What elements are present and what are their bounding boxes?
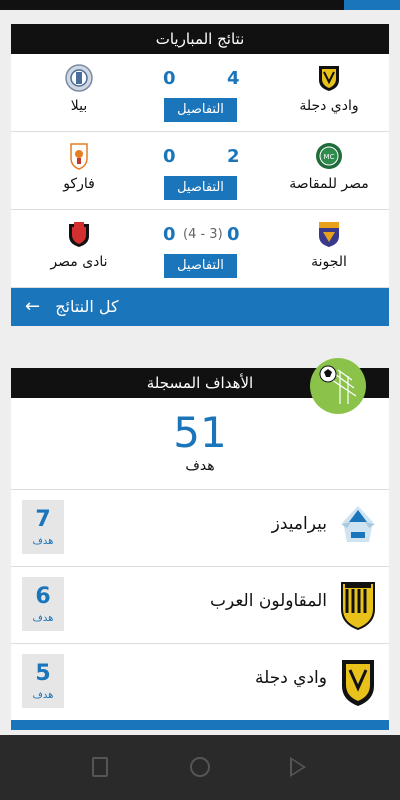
- back-button[interactable]: [290, 757, 306, 777]
- nady-misr-logo-icon: [69, 222, 89, 247]
- match-row[interactable]: الجونة 0 (4 - 3) 0 التفاصيل نادى مصر: [11, 210, 389, 288]
- home-button[interactable]: [190, 757, 210, 777]
- arrow-left-icon: ←: [25, 296, 41, 317]
- scorer-row[interactable]: 7 هدف بيراميدز: [11, 490, 389, 567]
- home-score: 4: [227, 68, 240, 89]
- home-team: وادي دجلة: [269, 64, 389, 114]
- goals-footer-bar[interactable]: [11, 720, 389, 730]
- scorer-team-name: بيراميدز: [271, 514, 327, 534]
- misr-lel-makkasa-logo-icon: MC: [316, 143, 342, 169]
- goals-count-box: 7 هدف: [22, 500, 64, 554]
- pharco-logo-icon: [70, 143, 88, 170]
- scorer-team-name: المقاولون العرب: [209, 591, 327, 611]
- penalty-score: (4 - 3): [183, 227, 223, 242]
- details-button[interactable]: التفاصيل: [164, 254, 237, 278]
- el-mokawloon-logo-icon: [341, 582, 375, 631]
- results-header: نتائج المباريات: [11, 24, 389, 54]
- away-score: 0: [163, 146, 176, 167]
- home-team-name: وادي دجلة: [299, 98, 359, 114]
- goals-card: الأهداف المسجلة 51 هدف 7 هدف بيراميدز 6 …: [11, 368, 389, 730]
- away-team-name: فاركو: [63, 176, 95, 192]
- status-accent: [344, 0, 400, 10]
- scorer-team-name: وادي دجلة: [254, 668, 327, 688]
- away-team: فاركو: [19, 142, 139, 192]
- goals-count: 7: [35, 507, 51, 532]
- goals-total-label: هدف: [185, 458, 215, 474]
- scorer-row[interactable]: 6 هدف المقاولون العرب: [11, 567, 389, 644]
- home-team-name: الجونة: [311, 254, 347, 270]
- wadi-degla-logo-icon: [319, 66, 339, 91]
- scorer-row[interactable]: 5 هدف وادي دجلة: [11, 644, 389, 721]
- recents-button[interactable]: [92, 757, 108, 777]
- match-row[interactable]: MC مصر للمقاصة 2 0 التفاصيل فاركو: [11, 132, 389, 210]
- system-nav-bar: [0, 735, 400, 800]
- goals-count-box: 6 هدف: [22, 577, 64, 631]
- home-team-name: مصر للمقاصة: [289, 176, 369, 192]
- match-row[interactable]: وادي دجلة 4 0 التفاصيل بيلا: [11, 54, 389, 132]
- svg-text:MC: MC: [324, 153, 335, 161]
- away-team-name: بيلا: [70, 98, 88, 114]
- el-gouna-logo-icon: [319, 222, 339, 247]
- away-score: 0: [163, 68, 176, 89]
- home-score: 2: [227, 146, 240, 167]
- details-button[interactable]: التفاصيل: [164, 176, 237, 200]
- status-bar: [0, 0, 400, 10]
- details-button[interactable]: التفاصيل: [164, 98, 237, 122]
- goals-count: 5: [35, 661, 51, 686]
- goals-unit: هدف: [32, 613, 54, 624]
- goals-unit: هدف: [32, 690, 54, 701]
- home-team: MC مصر للمقاصة: [269, 142, 389, 192]
- away-team: نادى مصر: [19, 220, 139, 270]
- away-score: 0: [163, 224, 176, 245]
- all-results-button[interactable]: ← كل النتائج: [11, 288, 389, 326]
- home-team: الجونة: [269, 220, 389, 270]
- match-results-card: نتائج المباريات وادي دجلة 4 0 التفاصيل ب…: [11, 24, 389, 326]
- goals-unit: هدف: [32, 536, 54, 547]
- all-results-label: كل النتائج: [55, 297, 119, 316]
- wadi-degla-logo-icon: [342, 660, 374, 706]
- away-team: بيلا: [19, 64, 139, 114]
- pella-logo-icon: [65, 64, 93, 92]
- soccer-goal-icon: [310, 358, 366, 414]
- away-team-name: نادى مصر: [50, 254, 108, 270]
- pyramids-logo-icon: [341, 506, 375, 542]
- goals-count-box: 5 هدف: [22, 654, 64, 708]
- goals-count: 6: [35, 584, 51, 609]
- home-score: 0: [227, 224, 240, 245]
